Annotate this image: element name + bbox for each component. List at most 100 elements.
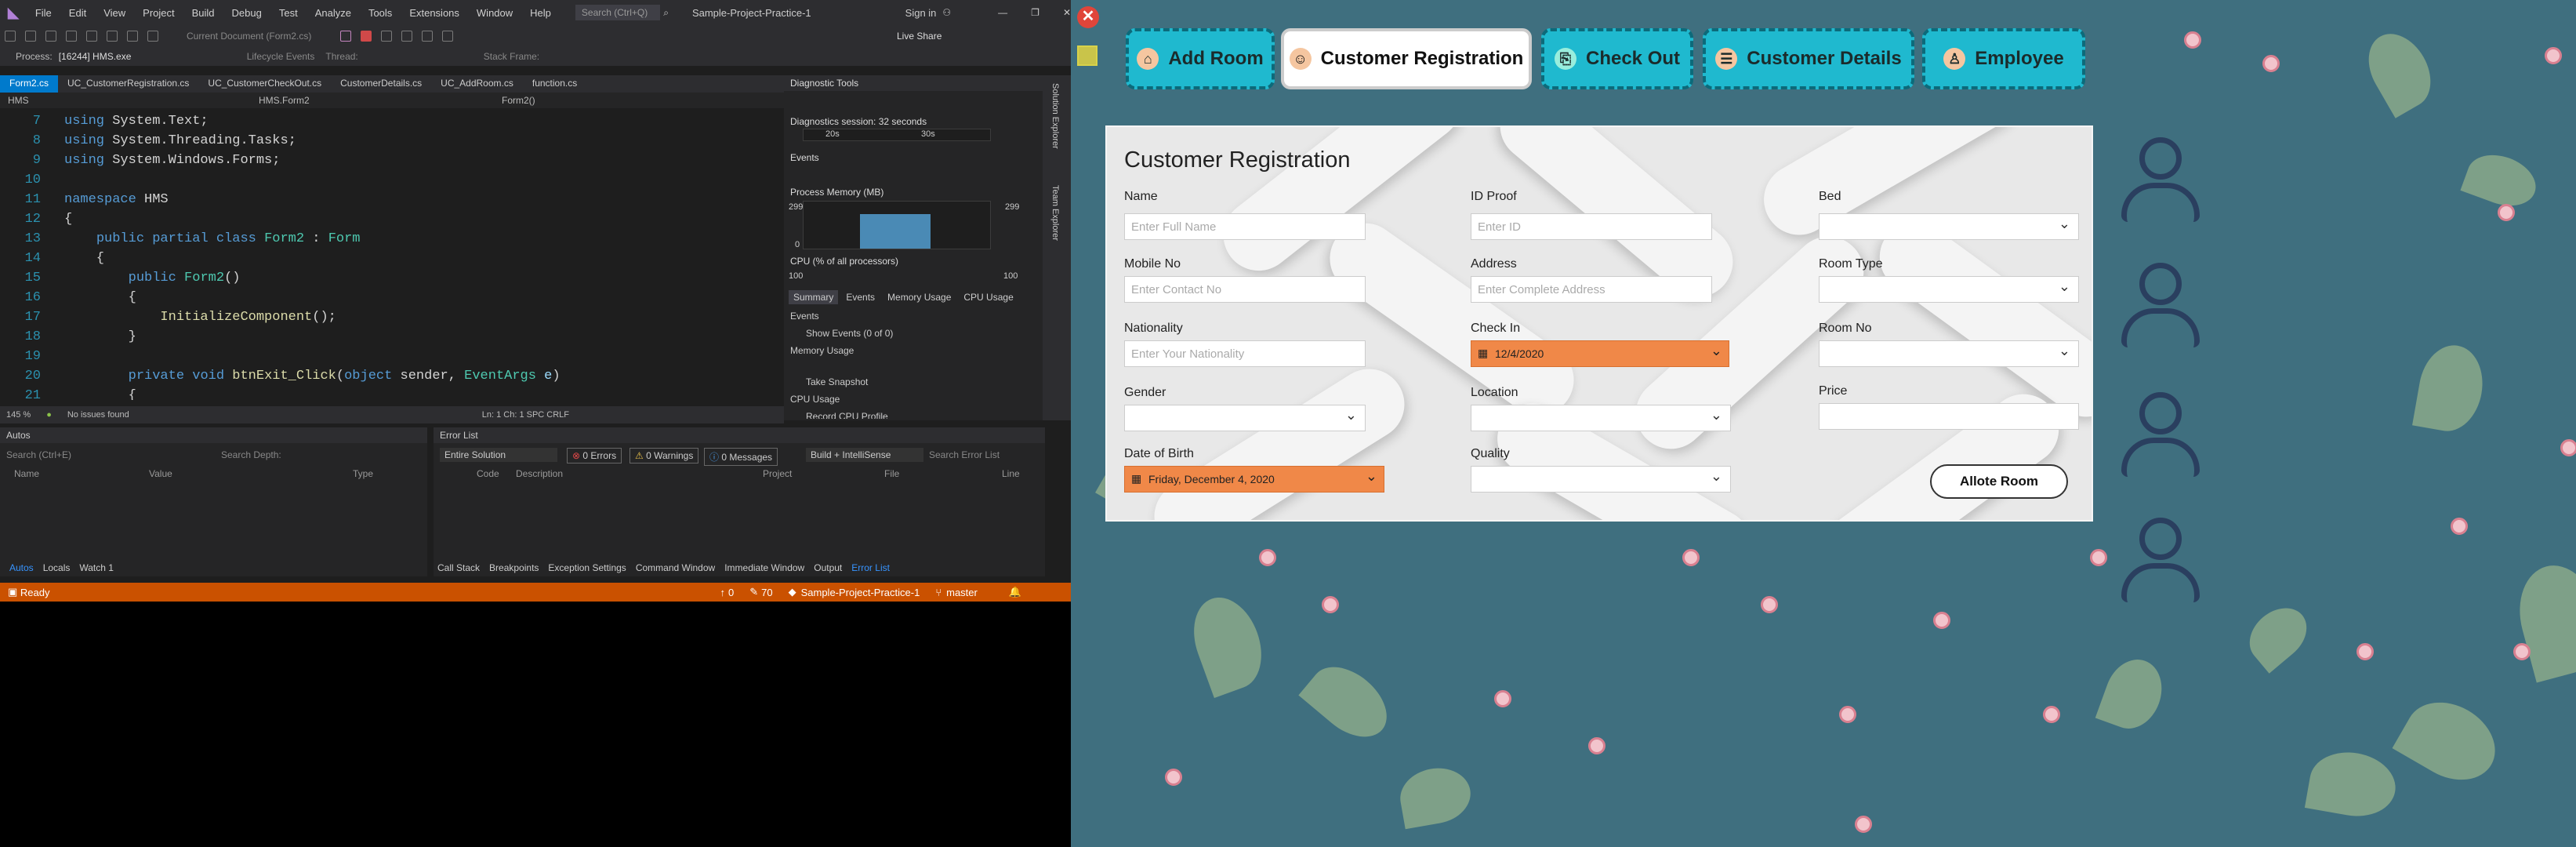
team-explorer-tab[interactable]: Team Explorer (1050, 185, 1060, 241)
name-input[interactable]: Enter Full Name (1124, 213, 1366, 240)
room-type-select[interactable] (1819, 276, 2079, 303)
code-line[interactable]: 8 using System.Threading.Tasks; (0, 131, 768, 151)
location-select[interactable] (1471, 405, 1731, 431)
nav-check-out-button[interactable]: ⎘ Check Out (1541, 28, 1693, 89)
check-in-datepicker[interactable]: 12/4/2020 (1471, 340, 1729, 367)
issues-status[interactable]: No issues found (67, 410, 129, 420)
id-proof-input[interactable]: Enter ID (1471, 213, 1712, 240)
forward-icon[interactable] (25, 31, 36, 42)
tab-customer-details[interactable]: CustomerDetails.cs (331, 75, 431, 93)
back-icon[interactable] (5, 31, 16, 42)
project-dropdown[interactable]: HMS (8, 95, 227, 106)
allot-room-button[interactable]: Allote Room (1930, 464, 2068, 499)
process-dropdown[interactable]: [16244] HMS.exe (59, 51, 231, 62)
col-project[interactable]: Project (763, 468, 792, 479)
record-cpu-button[interactable]: Record CPU Profile (806, 411, 888, 419)
build-filter-dropdown[interactable]: Build + IntelliSense (806, 448, 923, 462)
repo-name[interactable]: Sample-Project-Practice-1 (801, 587, 920, 598)
tab-uc-add-room[interactable]: UC_AddRoom.cs (431, 75, 523, 93)
menu-debug[interactable]: Debug (223, 7, 270, 19)
minimize-icon[interactable] (1077, 45, 1098, 66)
tab-cpu-usage[interactable]: CPU Usage (959, 290, 1018, 304)
pause-icon[interactable] (340, 31, 351, 42)
events-section[interactable]: Events (790, 152, 819, 163)
undo-icon[interactable] (127, 31, 138, 42)
code-line[interactable]: 16 { (0, 288, 768, 307)
step-into-icon[interactable] (401, 31, 412, 42)
current-document-dropdown[interactable]: Current Document (Form2.cs) (187, 31, 336, 42)
col-code[interactable]: Code (477, 468, 499, 479)
search-input[interactable]: Search (Ctrl+Q) (575, 5, 661, 20)
menu-window[interactable]: Window (468, 7, 521, 19)
tab-summary[interactable]: Summary (789, 290, 839, 304)
step-out-icon[interactable] (442, 31, 453, 42)
address-input[interactable]: Enter Complete Address (1471, 276, 1712, 303)
tab-call-stack[interactable]: Call Stack (437, 562, 480, 573)
menu-project[interactable]: Project (134, 7, 183, 19)
user-icon[interactable]: ⚇ (942, 7, 951, 18)
show-events-link[interactable]: Show Events (0 of 0) (806, 328, 893, 339)
member-dropdown[interactable]: Form2() (502, 95, 535, 106)
cpu-section[interactable]: CPU (% of all processors) (790, 256, 898, 267)
code-line[interactable]: 15 public Form2() (0, 268, 768, 288)
room-no-select[interactable] (1819, 340, 2079, 367)
error-search-input[interactable]: Search Error List (929, 449, 1000, 460)
code-line[interactable]: 7 using System.Text; (0, 111, 768, 131)
timeline-ruler[interactable]: 20s 30s (803, 129, 991, 141)
search-icon[interactable]: ⌕ (663, 7, 669, 19)
quality-select[interactable] (1471, 466, 1731, 493)
open-icon[interactable] (66, 31, 77, 42)
class-dropdown[interactable]: HMS.Form2 (259, 95, 470, 106)
code-line[interactable]: 18 } (0, 327, 768, 347)
lifecycle-events[interactable]: Lifecycle Events (247, 51, 315, 62)
tab-events[interactable]: Events (841, 290, 880, 304)
nav-customer-details-button[interactable]: ☰ Customer Details (1703, 28, 1914, 89)
restore-icon[interactable]: ❐ (1031, 7, 1039, 18)
tab-command-window[interactable]: Command Window (636, 562, 715, 573)
branch-name[interactable]: master (946, 587, 978, 598)
nationality-input[interactable]: Enter Your Nationality (1124, 340, 1366, 367)
menu-extensions[interactable]: Extensions (401, 7, 468, 19)
col-name[interactable]: Name (14, 468, 39, 479)
col-file[interactable]: File (884, 468, 899, 479)
code-line[interactable]: 10 (0, 170, 768, 190)
nav-add-room-button[interactable]: ⌂ Add Room (1126, 28, 1275, 89)
menu-test[interactable]: Test (270, 7, 307, 19)
col-value[interactable]: Value (149, 468, 172, 479)
menu-tools[interactable]: Tools (360, 7, 401, 19)
tab-exception-settings[interactable]: Exception Settings (548, 562, 626, 573)
menu-help[interactable]: Help (521, 7, 560, 19)
menu-view[interactable]: View (95, 7, 134, 19)
mobile-input[interactable]: Enter Contact No (1124, 276, 1366, 303)
close-icon[interactable]: ✕ (1063, 7, 1071, 18)
tab-form2[interactable]: Form2.cs (0, 75, 59, 93)
code-line[interactable]: 12 { (0, 209, 768, 229)
code-line[interactable]: 9 using System.Windows.Forms; (0, 151, 768, 170)
bed-select[interactable] (1819, 213, 2079, 240)
tab-immediate-window[interactable]: Immediate Window (724, 562, 804, 573)
dob-datepicker[interactable]: Friday, December 4, 2020 (1124, 466, 1384, 493)
code-line[interactable]: 13 public partial class Form2 : Form (0, 229, 768, 249)
tab-locals[interactable]: Locals (43, 562, 71, 573)
tab-error-list[interactable]: Error List (851, 562, 890, 573)
notification-icon[interactable]: 🔔 (1009, 586, 1021, 598)
errors-filter-button[interactable]: ⊗ 0 Errors (567, 448, 622, 463)
save-all-icon[interactable] (107, 31, 118, 42)
menu-analyze[interactable]: Analyze (307, 7, 360, 19)
minimize-icon[interactable]: — (998, 7, 1007, 18)
live-share-button[interactable]: Live Share (897, 31, 942, 42)
tab-autos[interactable]: Autos (9, 562, 34, 573)
menu-build[interactable]: Build (183, 7, 223, 19)
col-type[interactable]: Type (353, 468, 373, 479)
nav-employee-button[interactable]: ♙ Employee (1922, 28, 2085, 89)
step-over-icon[interactable] (422, 31, 433, 42)
redo-icon[interactable] (147, 31, 158, 42)
stop-icon[interactable] (361, 31, 372, 42)
memory-section[interactable]: Process Memory (MB) (790, 187, 883, 198)
warnings-filter-button[interactable]: ⚠ 0 Warnings (629, 448, 699, 463)
menu-file[interactable]: File (27, 7, 60, 19)
code-line[interactable]: 14 { (0, 249, 768, 268)
code-line[interactable]: 17 InitializeComponent(); (0, 307, 768, 327)
autos-search-input[interactable]: Search (Ctrl+E) (6, 449, 171, 460)
col-line[interactable]: Line (1002, 468, 1020, 479)
